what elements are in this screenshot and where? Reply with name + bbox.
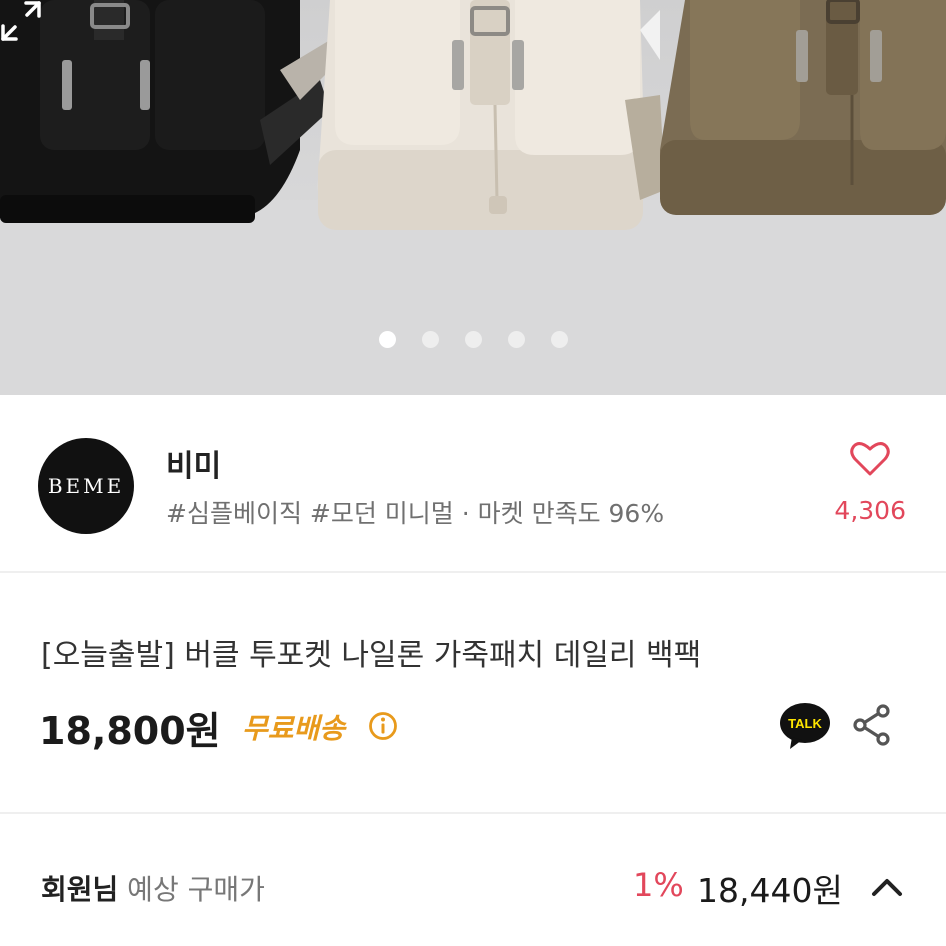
beige-backpack <box>317 0 660 230</box>
store-tags-satisfaction: #심플베이직 #모던 미니멀 · 마켓 만족도 96% <box>166 499 665 528</box>
black-backpack <box>0 0 340 223</box>
section-divider <box>0 812 946 814</box>
talk-label: TALK <box>788 716 822 731</box>
heart-icon[interactable] <box>850 441 890 477</box>
like-count: 4,306 <box>834 496 906 525</box>
store-logo[interactable]: BEME <box>38 438 134 534</box>
carousel-dot[interactable] <box>422 331 439 348</box>
expand-icon[interactable] <box>0 0 42 42</box>
carousel-dot[interactable] <box>465 331 482 348</box>
member-label-bold: 회원님 <box>41 873 119 906</box>
olive-backpack <box>660 0 946 215</box>
share-icon[interactable] <box>852 704 892 746</box>
chevron-up-icon[interactable] <box>870 875 904 899</box>
kakao-talk-button[interactable]: TALK <box>778 701 832 751</box>
member-label-text: 예상 구매가 <box>118 873 265 906</box>
member-discount: 1% <box>633 866 684 904</box>
store-logo-text: BEME <box>47 474 125 498</box>
store-section: BEME 비미 #심플베이직 #모던 미니멀 · 마켓 만족도 96% 4,30… <box>0 395 946 573</box>
carousel-dot[interactable] <box>551 331 568 348</box>
talk-bubble-icon: TALK <box>780 703 830 749</box>
info-icon[interactable] <box>368 711 398 741</box>
product-title: [오늘출발] 버클 투포켓 나일론 가죽패치 데일리 백팩 <box>41 638 702 673</box>
product-image-carousel[interactable] <box>0 0 946 395</box>
free-shipping-label: 무료배송 <box>242 712 346 745</box>
store-name[interactable]: 비미 <box>166 441 221 485</box>
carousel-dot[interactable] <box>379 331 396 348</box>
carousel-dots <box>379 331 568 348</box>
product-price: 18,800원 <box>39 709 221 753</box>
member-price-label: 회원님 예상 구매가 <box>41 868 265 908</box>
member-expected-price: 18,440원 <box>697 871 843 910</box>
carousel-dot[interactable] <box>508 331 525 348</box>
